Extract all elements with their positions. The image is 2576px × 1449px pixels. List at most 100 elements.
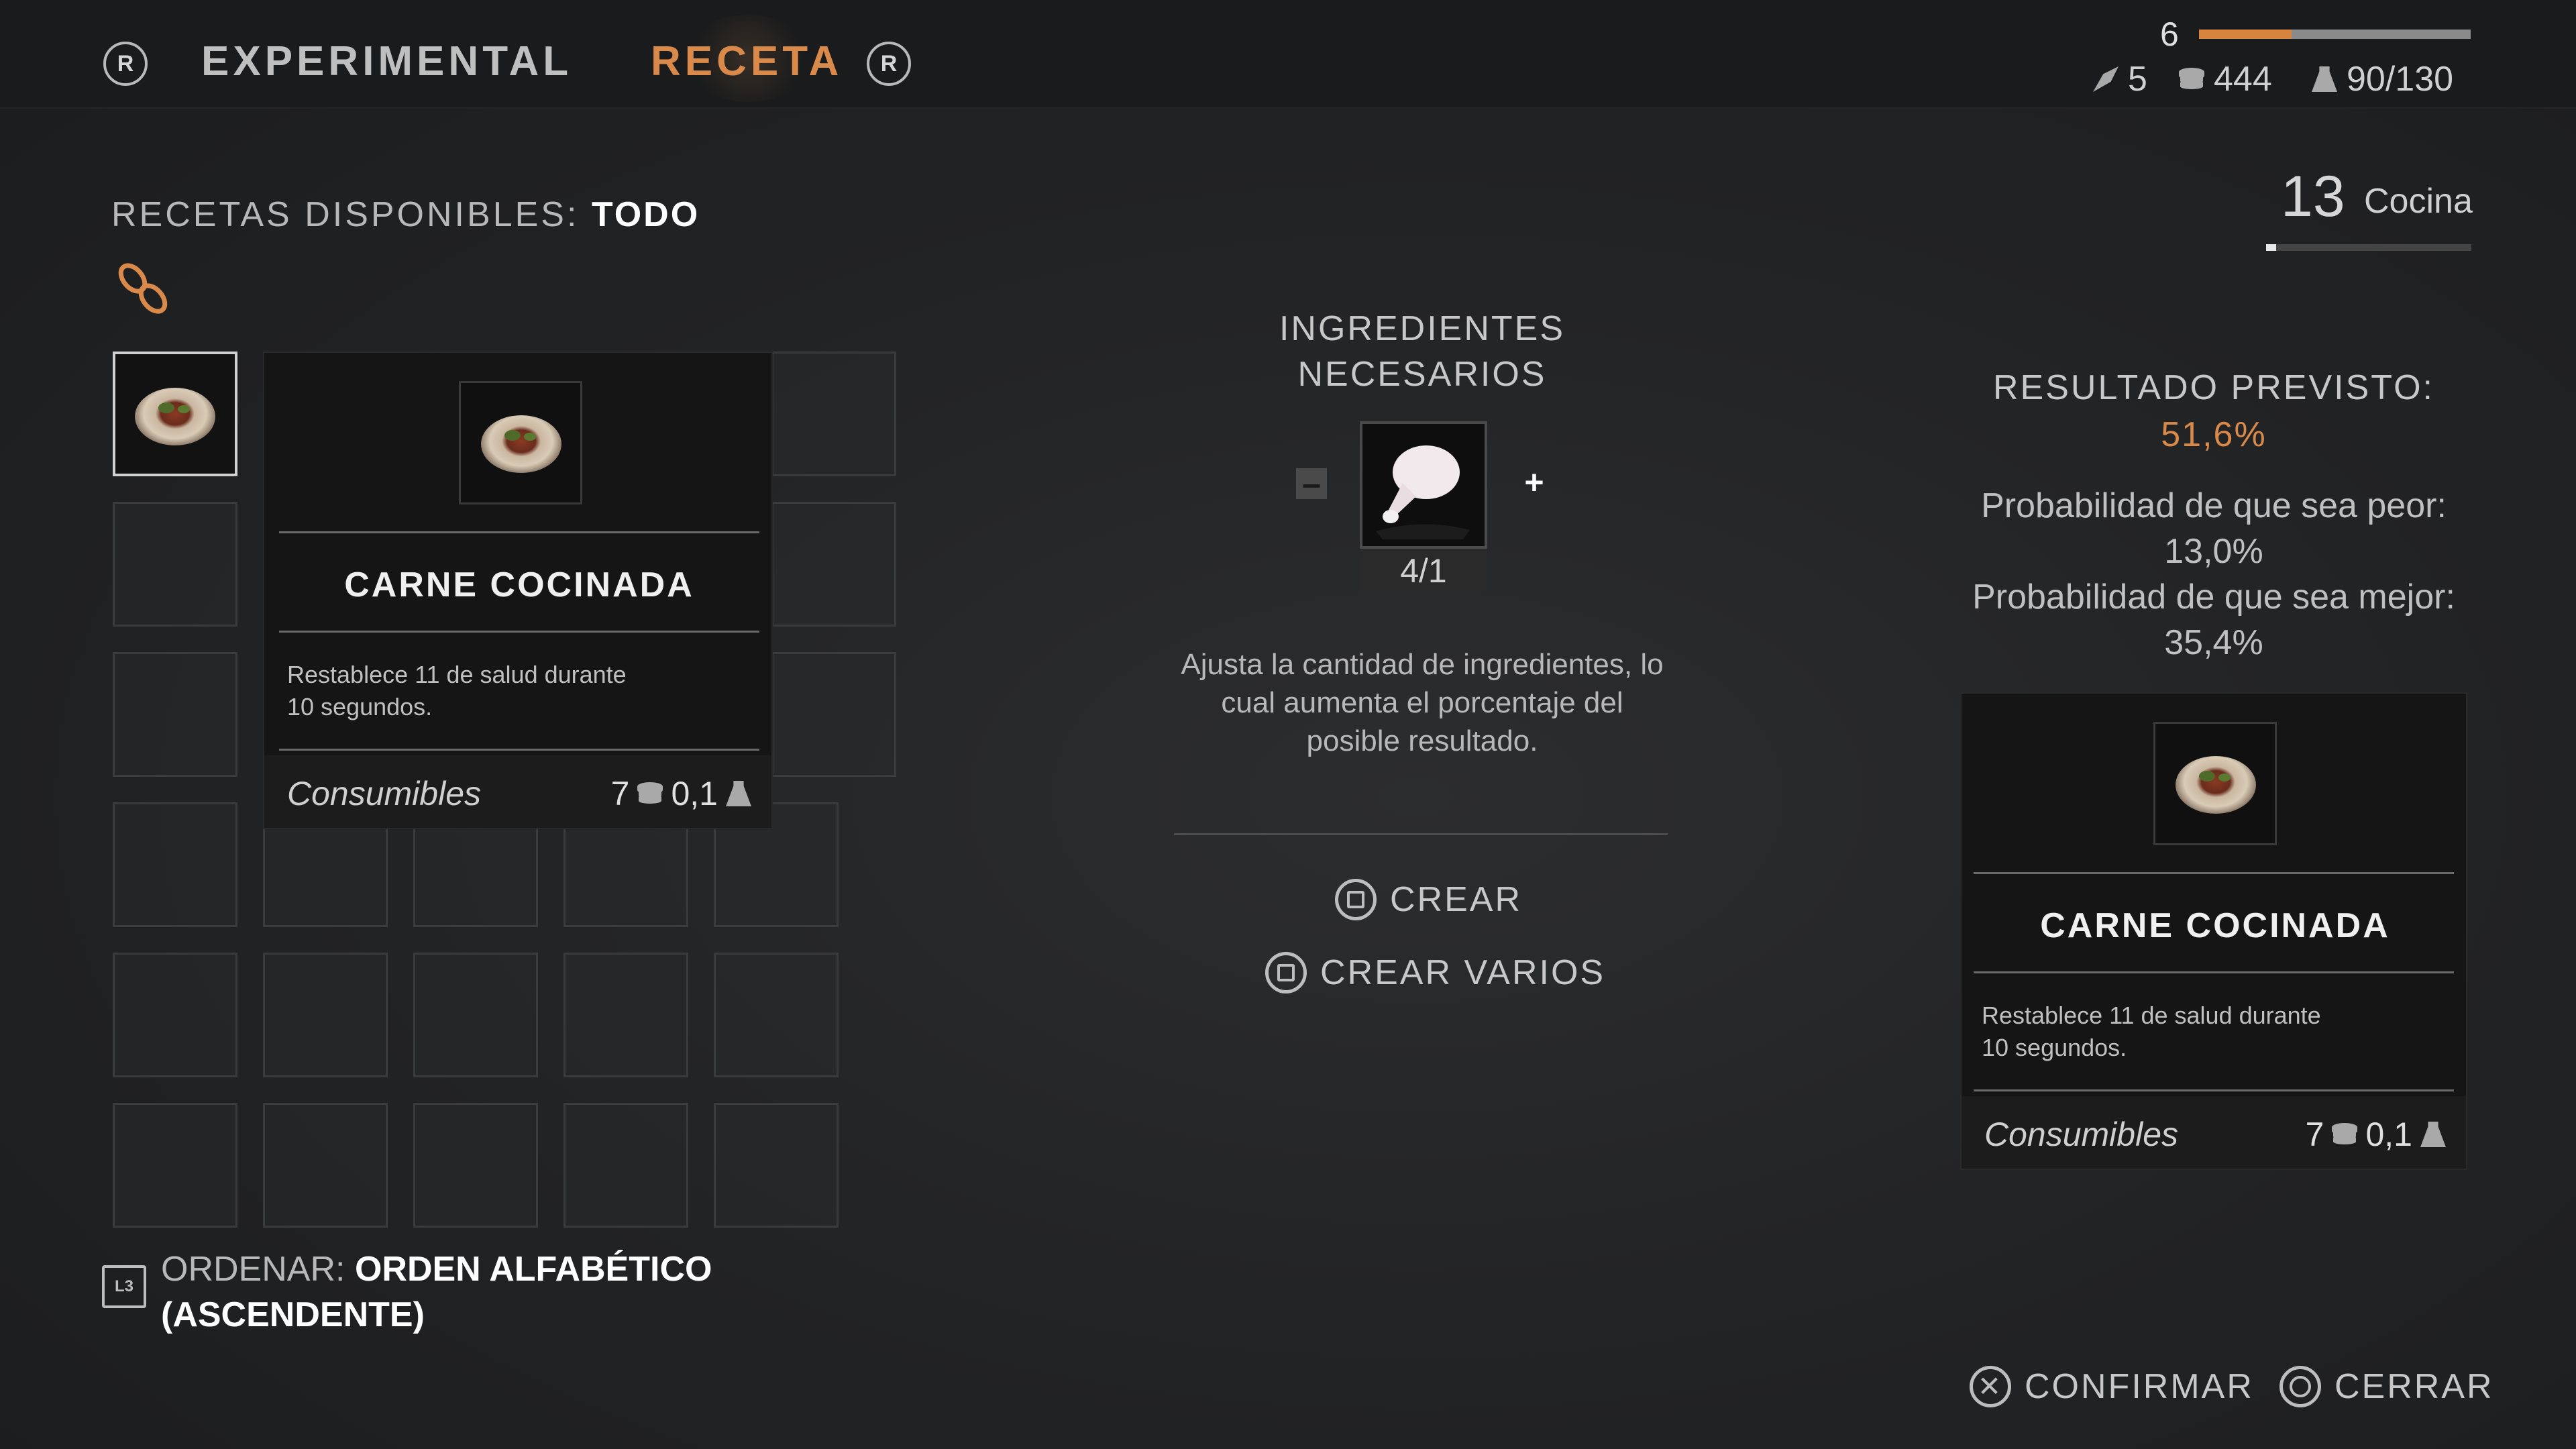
sort-label-text: ORDENAR: [161, 1250, 345, 1289]
recipe-slot-carne-cocinada[interactable] [113, 352, 237, 476]
cooked-meat-bowl-icon [135, 388, 215, 445]
recipe-slot[interactable] [714, 1103, 839, 1228]
tooltip-category: Consumibles [1984, 1116, 2179, 1153]
confirmar-label: CONFIRMAR [2025, 1367, 2254, 1406]
hint-line: posible resultado. [1306, 724, 1538, 757]
recipe-slot[interactable] [771, 352, 896, 476]
stat-coins-value: 444 [2214, 60, 2272, 99]
stat-feathers: 5 [2093, 59, 2147, 99]
tooltip-title: CARNE COCINADA [344, 566, 694, 604]
hint-line: Ajusta la cantidad de ingredientes, lo [1181, 648, 1664, 681]
xp-progress-fill [2199, 30, 2292, 39]
sort-value-suffix: (ASCENDENTE) [161, 1295, 425, 1334]
item-tooltip-left: CARNE COCINADA Restablece 11 de salud du… [263, 352, 773, 829]
decrease-quantity-button[interactable]: – [1296, 467, 1327, 500]
tooltip-footer: Consumibles 7 0,1 [1962, 1096, 2466, 1169]
recipe-slot[interactable] [113, 802, 237, 927]
weight-icon [726, 781, 751, 806]
recetas-disponibles-label: RECETAS DISPONIBLES: TODO [111, 195, 700, 235]
recetas-label-text: RECETAS DISPONIBLES: [111, 195, 580, 234]
crear-button[interactable]: CREAR [1335, 879, 1522, 920]
probabilidad-mejor-value: 35,4% [2164, 623, 2263, 662]
recetas-filter-value[interactable]: TODO [592, 195, 700, 234]
tooltip-description: Restablece 11 de salud durante 10 segund… [1982, 1000, 2321, 1064]
tab-receta[interactable]: RECETA [651, 38, 843, 85]
probabilidad-mejor-label: Probabilidad de que sea mejor: [1972, 578, 2455, 616]
tooltip-stats: 7 0,1 [2306, 1115, 2446, 1154]
crear-varios-label: CREAR VARIOS [1320, 953, 1606, 992]
recipe-slot[interactable] [771, 652, 896, 777]
recipe-slot[interactable] [263, 953, 388, 1077]
recipe-slot[interactable] [113, 652, 237, 777]
tooltip-desc-line: Restablece 11 de salud durante [287, 661, 627, 688]
recipe-slot[interactable] [113, 502, 237, 627]
stat-weight-value: 90/130 [2347, 60, 2454, 99]
crear-varios-button[interactable]: CREAR VARIOS [1265, 952, 1605, 994]
probabilidad-peor-label: Probabilidad de que sea peor: [1981, 486, 2447, 525]
recipe-slot[interactable] [413, 953, 538, 1077]
ingredients-hint: Ajusta la cantidad de ingredientes, lo c… [1154, 645, 1690, 760]
recipe-slot[interactable] [113, 953, 237, 1077]
ingredients-title-line: NECESARIOS [1297, 355, 1547, 394]
r-button-icon-left[interactable]: R [103, 42, 148, 86]
stat-weight: 90/130 [2312, 59, 2453, 99]
cerrar-button[interactable]: CERRAR [2279, 1366, 2494, 1407]
resultado-previsto-value: 51,6% [2161, 415, 2267, 454]
tooltip-value: 7 [2305, 1116, 2324, 1153]
tooltip-item-thumbnail [459, 381, 582, 504]
cooked-meat-bowl-icon [481, 415, 561, 473]
player-level: 6 [2160, 15, 2179, 53]
skill-name: Cocina [2364, 182, 2473, 221]
ingredients-title: INGREDIENTES NECESARIOS [1208, 306, 1637, 397]
feather-icon [2093, 66, 2118, 92]
divider [279, 531, 759, 533]
weight-icon [2420, 1122, 2446, 1147]
stat-coins: 444 [2179, 59, 2272, 99]
recipe-slot[interactable] [771, 502, 896, 627]
confirmar-button[interactable]: ✕ CONFIRMAR [1970, 1366, 2254, 1407]
item-tooltip-right: CARNE COCINADA Restablece 11 de salud du… [1960, 692, 2467, 1170]
sort-value: ORDEN ALFABÉTICO [354, 1250, 712, 1289]
tooltip-title: CARNE COCINADA [2040, 906, 2390, 945]
coins-icon [2332, 1123, 2358, 1135]
resultado-previsto-label: RESULTADO PREVISTO: [1992, 368, 2435, 407]
skill-level: 13 [2281, 164, 2345, 229]
square-button-icon [1335, 879, 1377, 920]
ingredient-slot[interactable] [1360, 421, 1487, 549]
chicken-leg-icon [1376, 445, 1470, 539]
tooltip-desc-line: 10 segundos. [287, 693, 433, 720]
recipe-slot[interactable] [413, 1103, 538, 1228]
sort-label[interactable]: ORDENAR: ORDEN ALFABÉTICO (ASCENDENTE) [161, 1246, 712, 1338]
coins-icon [637, 782, 663, 794]
cooked-meat-bowl-icon [2176, 756, 2256, 814]
circle-button-icon [2279, 1366, 2321, 1407]
tooltip-description: Restablece 11 de salud durante 10 segund… [287, 659, 627, 723]
tooltip-weight: 0,1 [2365, 1116, 2412, 1153]
probabilidad-peor: Probabilidad de que sea peor: 13,0% [1932, 483, 2496, 574]
r-button-icon-right[interactable]: R [867, 42, 911, 86]
probabilidad-mejor: Probabilidad de que sea mejor: 35,4% [1932, 574, 2496, 665]
tooltip-desc-line: Restablece 11 de salud durante [1982, 1002, 2321, 1029]
tooltip-footer: Consumibles 7 0,1 [264, 755, 771, 828]
recipe-slot[interactable] [714, 953, 839, 1077]
stat-feathers-value: 5 [2128, 60, 2147, 99]
hint-line: cual aumenta el porcentaje del [1221, 686, 1623, 719]
link-icon [118, 263, 168, 314]
center-divider [1174, 833, 1668, 835]
tab-experimental[interactable]: EXPERIMENTAL [201, 38, 572, 85]
divider [279, 631, 759, 633]
cerrar-label: CERRAR [2334, 1367, 2494, 1406]
square-button-icon [1265, 952, 1307, 994]
recipe-slot[interactable] [263, 1103, 388, 1228]
xp-progress-bar [2199, 30, 2471, 39]
crear-label: CREAR [1390, 880, 1523, 919]
tooltip-weight: 0,1 [671, 775, 718, 812]
weight-icon [2312, 66, 2337, 92]
tooltip-stats: 7 0,1 [611, 774, 751, 813]
sort-icon[interactable]: L3 [102, 1265, 146, 1308]
increase-quantity-button[interactable]: + [1519, 466, 1550, 499]
recipe-slot[interactable] [564, 953, 688, 1077]
recipe-slot[interactable] [564, 1103, 688, 1228]
recipe-slot[interactable] [113, 1103, 237, 1228]
tooltip-category: Consumibles [287, 775, 482, 812]
